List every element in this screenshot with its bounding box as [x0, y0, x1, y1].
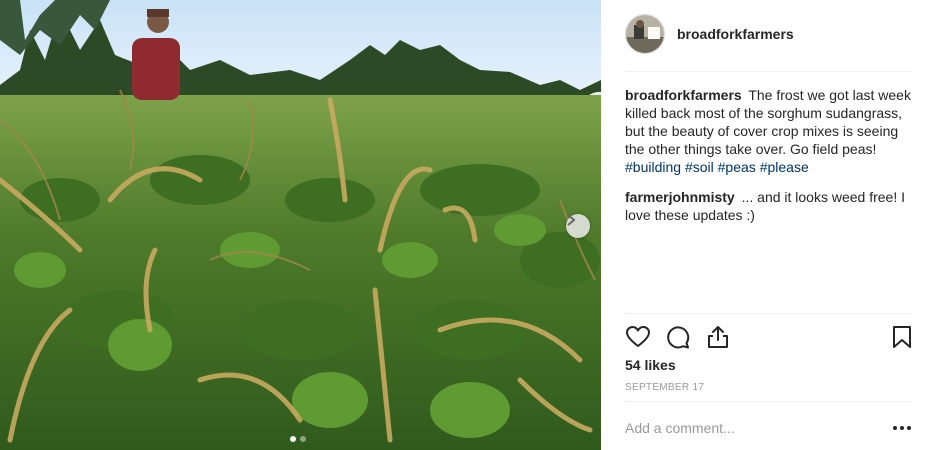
carousel-next-button[interactable] — [566, 214, 590, 238]
hashtag-link[interactable]: #soil — [685, 159, 714, 175]
comment-icon — [667, 326, 690, 349]
hashtag-link[interactable]: #peas — [718, 159, 756, 175]
post-sidebar: broadforkfarmers broadforkfarmers The fr… — [601, 0, 929, 450]
list-item-comment: farmerjohnmisty ... and it looks weed fr… — [625, 188, 912, 224]
comment-author[interactable]: farmerjohnmisty — [625, 189, 735, 205]
post-header: broadforkfarmers — [625, 14, 794, 54]
share-icon — [708, 326, 728, 348]
chevron-right-icon — [567, 214, 576, 226]
post-photo[interactable] — [0, 0, 601, 450]
hashtag-link[interactable]: #please — [760, 159, 809, 175]
likes-count[interactable]: 54 likes — [625, 357, 676, 373]
save-button[interactable] — [889, 324, 915, 350]
share-button[interactable] — [705, 324, 731, 350]
add-comment-input[interactable]: Add a comment... — [625, 420, 865, 436]
carousel-indicator — [290, 436, 306, 442]
heart-icon — [626, 326, 650, 347]
carousel-dot — [300, 436, 306, 442]
avatar-image — [626, 15, 664, 53]
carousel-dot-active — [290, 436, 296, 442]
bookmark-icon — [893, 326, 911, 348]
hashtag-link[interactable]: #building — [625, 159, 681, 175]
post-author-username[interactable]: broadforkfarmers — [677, 26, 794, 42]
post-date[interactable]: SEPTEMBER 17 — [625, 382, 704, 393]
caption-comment: broadforkfarmers The frost we got last w… — [625, 86, 912, 176]
comment-button[interactable] — [665, 324, 691, 350]
actions-divider — [625, 313, 912, 314]
avatar[interactable] — [625, 14, 665, 54]
comment-box-divider — [625, 401, 912, 402]
post-actions — [625, 324, 915, 350]
field-photo-image — [0, 0, 601, 450]
more-options-icon — [893, 426, 911, 430]
more-options-button[interactable] — [891, 418, 913, 438]
comment-author[interactable]: broadforkfarmers — [625, 87, 742, 103]
like-button[interactable] — [625, 324, 651, 350]
comment-list: broadforkfarmers The frost we got last w… — [625, 86, 912, 236]
header-divider — [625, 71, 912, 72]
